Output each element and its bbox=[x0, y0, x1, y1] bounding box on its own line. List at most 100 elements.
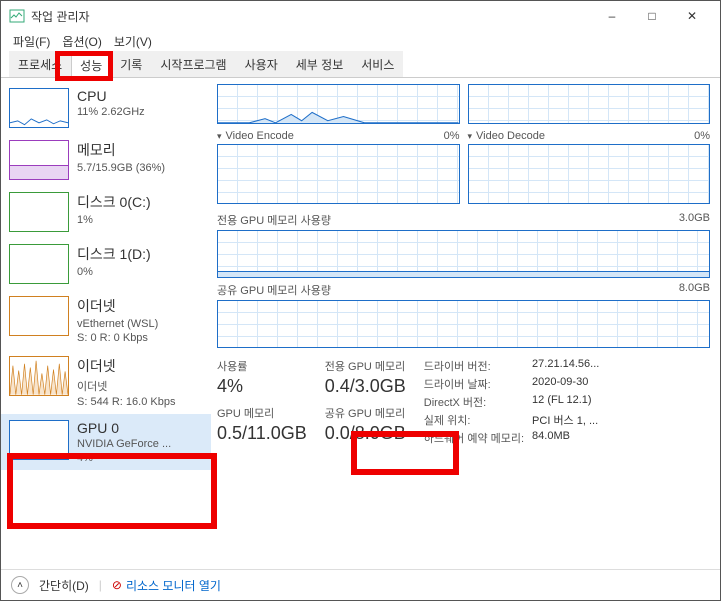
shared-mem-stat-value: 0.0/8.0GB bbox=[325, 423, 406, 444]
driver-ver-value: 27.21.14.56... bbox=[532, 358, 599, 374]
video-decode-label: Video Decode bbox=[476, 130, 694, 142]
divider: | bbox=[99, 578, 102, 592]
gpu0-sub2: 4% bbox=[77, 452, 171, 464]
resource-monitor-link[interactable]: ⊘ 리소스 모니터 열기 bbox=[112, 577, 221, 594]
location-value: PCI 버스 1, ... bbox=[532, 412, 599, 428]
sidebar[interactable]: CPU 11% 2.62GHz 메모리 5.7/15.9GB (36%) 디스크… bbox=[1, 78, 211, 568]
driver-info: 드라이버 버전: 27.21.14.56... 드라이버 날짜: 2020-09… bbox=[424, 358, 600, 446]
shared-mem-max: 8.0GB bbox=[679, 282, 710, 298]
app-icon bbox=[9, 8, 25, 24]
sidebar-item-ethernet0[interactable]: 이더넷 vEthernet (WSL) S: 0 R: 0 Kbps bbox=[1, 290, 211, 350]
menu-file[interactable]: 파일(F) bbox=[9, 31, 54, 52]
stats-block: 사용률 4% GPU 메모리 0.5/11.0GB 전용 GPU 메모리 0.4… bbox=[217, 358, 710, 446]
close-button[interactable]: ✕ bbox=[672, 2, 712, 30]
cpu-thumbnail bbox=[9, 88, 69, 128]
video-encode-header[interactable]: ▾ Video Encode 0% bbox=[217, 128, 460, 144]
sidebar-item-disk0[interactable]: 디스크 0(C:) 1% bbox=[1, 186, 211, 238]
window-title: 작업 관리자 bbox=[31, 8, 592, 25]
memory-sub: 5.7/15.9GB (36%) bbox=[77, 162, 165, 174]
ethernet1-thumbnail bbox=[9, 356, 69, 396]
gpu0-sub1: NVIDIA GeForce ... bbox=[77, 438, 171, 450]
cpu-sub: 11% 2.62GHz bbox=[77, 106, 145, 118]
disk1-thumbnail bbox=[9, 244, 69, 284]
dedicated-mem-stat-value: 0.4/3.0GB bbox=[325, 376, 406, 397]
dedicated-mem-header: 전용 GPU 메모리 사용량 3.0GB bbox=[217, 208, 710, 230]
minimize-button[interactable]: – bbox=[592, 2, 632, 30]
disk0-sub: 1% bbox=[77, 214, 151, 226]
sidebar-item-memory[interactable]: 메모리 5.7/15.9GB (36%) bbox=[1, 134, 211, 186]
directx-value: 12 (FL 12.1) bbox=[532, 394, 599, 410]
chart-video-decode bbox=[468, 144, 711, 204]
chart-copy bbox=[468, 84, 711, 124]
prohibit-icon: ⊘ bbox=[112, 578, 122, 592]
location-label: 실제 위치: bbox=[424, 412, 524, 428]
ethernet1-label: 이더넷 bbox=[77, 356, 175, 376]
chart-dedicated-mem bbox=[217, 230, 710, 278]
disk0-label: 디스크 0(C:) bbox=[77, 192, 151, 212]
sidebar-item-disk1[interactable]: 디스크 1(D:) 0% bbox=[1, 238, 211, 290]
collapse-button[interactable]: ˄ bbox=[11, 576, 29, 594]
ethernet0-sub2: S: 0 R: 0 Kbps bbox=[77, 332, 158, 344]
chart-video-encode bbox=[217, 144, 460, 204]
gpu-mem-label: GPU 메모리 bbox=[217, 405, 307, 421]
directx-label: DirectX 버전: bbox=[424, 394, 524, 410]
reserved-label: 하드웨어 예약 메모리: bbox=[424, 430, 524, 446]
ethernet0-thumbnail bbox=[9, 296, 69, 336]
ethernet1-sub1: 이더넷 bbox=[77, 378, 175, 394]
video-encode-pct: 0% bbox=[444, 130, 460, 142]
chevron-up-icon: ˄ bbox=[17, 580, 23, 591]
tabbar: 프로세스 성능 기록 시작프로그램 사용자 세부 정보 서비스 bbox=[1, 51, 720, 78]
dedicated-mem-max: 3.0GB bbox=[679, 212, 710, 228]
tab-performance[interactable]: 성능 bbox=[71, 52, 111, 78]
sidebar-item-gpu0[interactable]: GPU 0 NVIDIA GeForce ... 4% bbox=[1, 414, 211, 470]
disk1-label: 디스크 1(D:) bbox=[77, 244, 151, 264]
detail-pane: ▾ Video Encode 0% ▾ Video Decode 0% 전용 G… bbox=[211, 78, 720, 568]
ethernet0-sub1: vEthernet (WSL) bbox=[77, 318, 158, 330]
menu-options[interactable]: 옵션(O) bbox=[58, 31, 105, 52]
ethernet0-label: 이더넷 bbox=[77, 296, 158, 316]
dedicated-mem-stat-label: 전용 GPU 메모리 bbox=[325, 358, 406, 374]
chevron-down-icon: ▾ bbox=[217, 131, 222, 142]
shared-mem-header: 공유 GPU 메모리 사용량 8.0GB bbox=[217, 278, 710, 300]
cpu-label: CPU bbox=[77, 88, 145, 104]
shared-mem-label: 공유 GPU 메모리 사용량 bbox=[217, 282, 679, 298]
driver-date-value: 2020-09-30 bbox=[532, 376, 599, 392]
sidebar-item-cpu[interactable]: CPU 11% 2.62GHz bbox=[1, 82, 211, 134]
tab-history[interactable]: 기록 bbox=[111, 51, 151, 77]
disk1-sub: 0% bbox=[77, 266, 151, 278]
shared-mem-stat-label: 공유 GPU 메모리 bbox=[325, 405, 406, 421]
maximize-button[interactable]: □ bbox=[632, 2, 672, 30]
tab-startup[interactable]: 시작프로그램 bbox=[151, 51, 235, 77]
gpu0-label: GPU 0 bbox=[77, 420, 171, 436]
video-decode-header[interactable]: ▾ Video Decode 0% bbox=[468, 128, 711, 144]
sidebar-item-ethernet1[interactable]: 이더넷 이더넷 S: 544 R: 16.0 Kbps bbox=[1, 350, 211, 414]
ethernet1-sub2: S: 544 R: 16.0 Kbps bbox=[77, 396, 175, 408]
video-encode-label: Video Encode bbox=[226, 130, 444, 142]
footer: ˄ 간단히(D) | ⊘ 리소스 모니터 열기 bbox=[1, 569, 720, 600]
driver-date-label: 드라이버 날짜: bbox=[424, 376, 524, 392]
brief-button[interactable]: 간단히(D) bbox=[39, 577, 89, 594]
tab-processes[interactable]: 프로세스 bbox=[9, 51, 71, 77]
driver-ver-label: 드라이버 버전: bbox=[424, 358, 524, 374]
usage-label: 사용률 bbox=[217, 358, 307, 374]
titlebar: 작업 관리자 – □ ✕ bbox=[1, 1, 720, 31]
video-decode-pct: 0% bbox=[694, 130, 710, 142]
tab-services[interactable]: 서비스 bbox=[352, 51, 403, 77]
chevron-down-icon: ▾ bbox=[468, 131, 473, 142]
menubar: 파일(F) 옵션(O) 보기(V) bbox=[1, 31, 720, 51]
tab-details[interactable]: 세부 정보 bbox=[287, 51, 353, 77]
disk0-thumbnail bbox=[9, 192, 69, 232]
dedicated-mem-label: 전용 GPU 메모리 사용량 bbox=[217, 212, 679, 228]
usage-value: 4% bbox=[217, 376, 307, 397]
chart-3d bbox=[217, 84, 460, 124]
gpu-mem-value: 0.5/11.0GB bbox=[217, 423, 307, 444]
menu-view[interactable]: 보기(V) bbox=[110, 31, 156, 52]
reserved-value: 84.0MB bbox=[532, 430, 599, 446]
tab-users[interactable]: 사용자 bbox=[236, 51, 287, 77]
memory-thumbnail bbox=[9, 140, 69, 180]
chart-shared-mem bbox=[217, 300, 710, 348]
resource-monitor-label: 리소스 모니터 열기 bbox=[126, 577, 221, 594]
gpu0-thumbnail bbox=[9, 420, 69, 460]
memory-label: 메모리 bbox=[77, 140, 165, 160]
main-area: CPU 11% 2.62GHz 메모리 5.7/15.9GB (36%) 디스크… bbox=[1, 78, 720, 568]
